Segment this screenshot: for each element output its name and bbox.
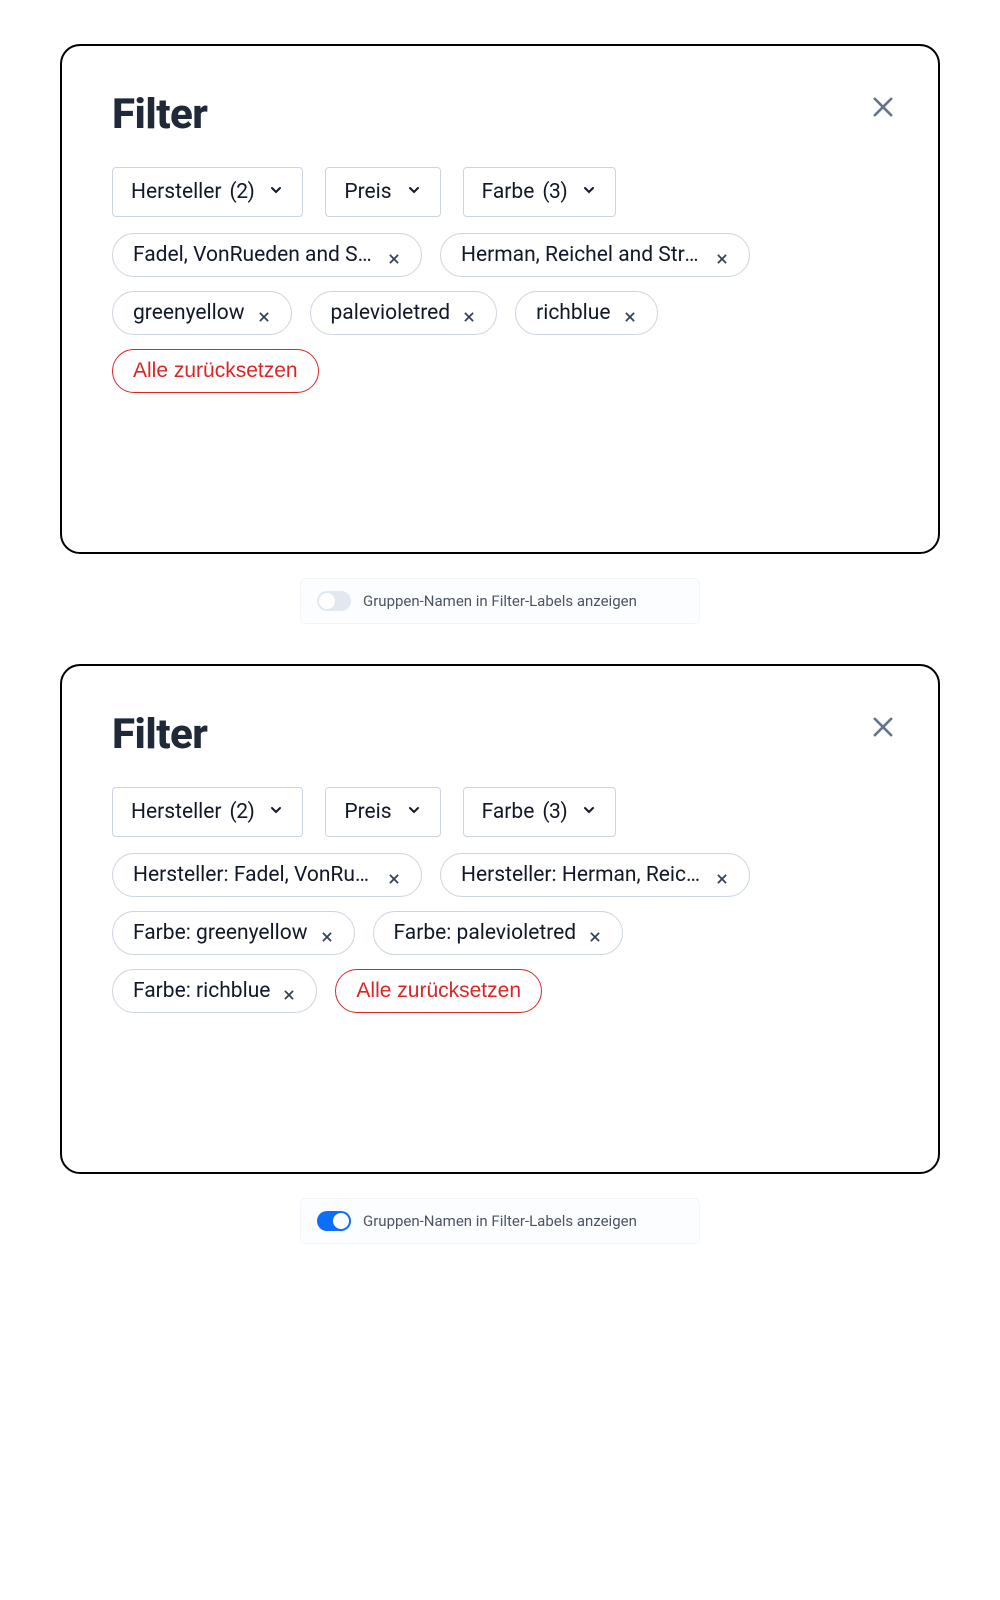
filter-badge: Herman, Reichel and Streich: [440, 233, 750, 277]
close-button[interactable]: [866, 712, 900, 746]
filter-badge: Farbe: richblue: [112, 969, 317, 1013]
group-names-toggle[interactable]: [317, 591, 351, 611]
badge-label: Farbe: palevioletred: [394, 921, 577, 945]
dropdown-label: Farbe: [482, 180, 535, 204]
filter-badge: Farbe: greenyellow: [112, 911, 355, 955]
chevron-down-icon: [575, 800, 597, 824]
close-icon: [387, 248, 401, 272]
group-names-toggle[interactable]: [317, 1211, 351, 1231]
badge-label: Fadel, VonRueden and Stanton: [133, 243, 375, 267]
panel-title: Filter: [112, 90, 888, 139]
filter-badge: greenyellow: [112, 291, 292, 335]
close-icon: [320, 926, 334, 950]
close-icon: [282, 984, 296, 1008]
badge-label: richblue: [536, 301, 610, 325]
reset-all-button[interactable]: Alle zurücksetzen: [112, 349, 319, 393]
filter-badge: Farbe: palevioletred: [373, 911, 624, 955]
close-icon: [257, 306, 271, 330]
remove-badge-button[interactable]: [387, 868, 401, 882]
active-filters: Hersteller: Fadel, VonRueden and Stanton…: [112, 853, 752, 1013]
dropdown-label: Hersteller: [131, 800, 222, 824]
active-filters: Fadel, VonRueden and Stanton Herman, Rei…: [112, 233, 752, 393]
close-icon: [715, 248, 729, 272]
remove-badge-button[interactable]: [588, 926, 602, 940]
dropdown-row: Hersteller (2) Preis Farbe (3): [112, 787, 888, 837]
remove-badge-button[interactable]: [257, 306, 271, 320]
toggle-knob: [333, 1213, 349, 1229]
filter-dropdown-farbe[interactable]: Farbe (3): [463, 167, 617, 217]
close-icon: [588, 926, 602, 950]
filter-dropdown-hersteller[interactable]: Hersteller (2): [112, 167, 303, 217]
filter-dropdown-preis[interactable]: Preis: [325, 167, 440, 217]
remove-badge-button[interactable]: [387, 248, 401, 262]
badge-label: Hersteller: Fadel, VonRueden and Stanton: [133, 863, 375, 887]
dropdown-count: (3): [542, 800, 567, 824]
close-button[interactable]: [866, 92, 900, 126]
filter-badge: Hersteller: Herman, Reichel and Streich: [440, 853, 750, 897]
filter-badge: Fadel, VonRueden and Stanton: [112, 233, 422, 277]
remove-badge-button[interactable]: [320, 926, 334, 940]
dropdown-count: (2): [230, 800, 255, 824]
dropdown-label: Hersteller: [131, 180, 222, 204]
toggle-label: Gruppen-Namen in Filter-Labels anzeigen: [363, 592, 637, 610]
chevron-down-icon: [262, 180, 284, 204]
badge-label: Herman, Reichel and Streich: [461, 243, 703, 267]
badge-label: greenyellow: [133, 301, 245, 325]
close-icon: [387, 868, 401, 892]
badge-label: Farbe: richblue: [133, 979, 270, 1003]
dropdown-label: Preis: [344, 800, 391, 824]
chevron-down-icon: [575, 180, 597, 204]
badge-label: Farbe: greenyellow: [133, 921, 308, 945]
dropdown-count: (3): [542, 180, 567, 204]
close-icon: [623, 306, 637, 330]
toggle-knob: [319, 593, 335, 609]
filter-panel: Filter Hersteller (2) Preis Farbe: [60, 44, 940, 554]
close-icon: [869, 713, 897, 746]
remove-badge-button[interactable]: [715, 248, 729, 262]
remove-badge-button[interactable]: [462, 306, 476, 320]
filter-dropdown-preis[interactable]: Preis: [325, 787, 440, 837]
badge-label: Hersteller: Herman, Reichel and Streich: [461, 863, 703, 887]
filter-panel: Filter Hersteller (2) Preis Farbe: [60, 664, 940, 1174]
close-icon: [715, 868, 729, 892]
filter-dropdown-hersteller[interactable]: Hersteller (2): [112, 787, 303, 837]
toggle-label: Gruppen-Namen in Filter-Labels anzeigen: [363, 1212, 637, 1230]
badge-label: palevioletred: [331, 301, 451, 325]
remove-badge-button[interactable]: [282, 984, 296, 998]
chevron-down-icon: [262, 800, 284, 824]
chevron-down-icon: [400, 180, 422, 204]
panel-title: Filter: [112, 710, 888, 759]
toggle-card: Gruppen-Namen in Filter-Labels anzeigen: [300, 1198, 700, 1244]
remove-badge-button[interactable]: [623, 306, 637, 320]
close-icon: [869, 93, 897, 126]
dropdown-label: Preis: [344, 180, 391, 204]
reset-all-button[interactable]: Alle zurücksetzen: [335, 969, 542, 1013]
filter-badge: richblue: [515, 291, 657, 335]
filter-badge: Hersteller: Fadel, VonRueden and Stanton: [112, 853, 422, 897]
filter-badge: palevioletred: [310, 291, 498, 335]
chevron-down-icon: [400, 800, 422, 824]
dropdown-row: Hersteller (2) Preis Farbe (3): [112, 167, 888, 217]
dropdown-label: Farbe: [482, 800, 535, 824]
close-icon: [462, 306, 476, 330]
remove-badge-button[interactable]: [715, 868, 729, 882]
filter-dropdown-farbe[interactable]: Farbe (3): [463, 787, 617, 837]
toggle-card: Gruppen-Namen in Filter-Labels anzeigen: [300, 578, 700, 624]
dropdown-count: (2): [230, 180, 255, 204]
